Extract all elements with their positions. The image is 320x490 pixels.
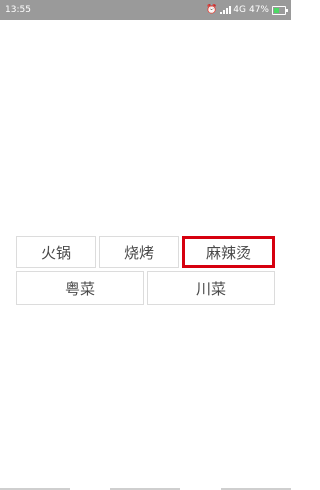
tag-sichuan[interactable]: 川菜 bbox=[147, 271, 275, 305]
signal-icon bbox=[220, 6, 232, 14]
tag-bbq[interactable]: 烧烤 bbox=[99, 236, 179, 268]
category-tag-grid: 火锅 烧烤 麻辣烫 粤菜 川菜 bbox=[16, 236, 275, 308]
tag-malatang[interactable]: 麻辣烫 bbox=[182, 236, 275, 268]
tag-row-2: 粤菜 川菜 bbox=[16, 271, 275, 305]
main-content: 火锅 烧烤 麻辣烫 粤菜 川菜 bbox=[0, 20, 291, 486]
tag-cantonese[interactable]: 粤菜 bbox=[16, 271, 144, 305]
battery-icon bbox=[272, 5, 288, 15]
tag-row-1: 火锅 烧烤 麻辣烫 bbox=[16, 236, 275, 268]
navigation-bar bbox=[0, 486, 291, 490]
network-type: 4G bbox=[233, 5, 246, 15]
tag-hotpot[interactable]: 火锅 bbox=[16, 236, 96, 268]
battery-percent: 47% bbox=[248, 5, 269, 15]
status-bar: 13:55 ⏰ 4G 47% bbox=[0, 0, 291, 20]
status-time: 13:55 bbox=[5, 5, 31, 15]
alarm-icon: ⏰ bbox=[206, 5, 218, 15]
status-icons: ⏰ 4G 47% bbox=[206, 0, 288, 20]
